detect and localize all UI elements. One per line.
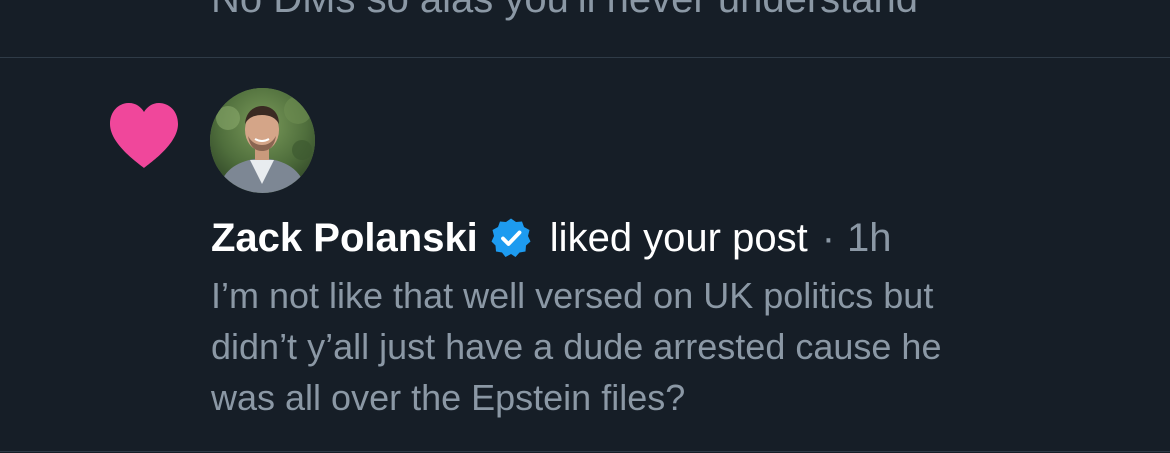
separator-dot: · — [821, 215, 836, 260]
post-excerpt[interactable]: I’m not like that well versed on UK poli… — [211, 270, 1111, 423]
divider — [0, 451, 1170, 452]
heart-icon — [110, 103, 178, 168]
author-name[interactable]: Zack Polanski — [211, 216, 478, 261]
notification-action: liked your post — [549, 215, 808, 260]
verified-badge-icon — [491, 218, 531, 257]
previous-notification[interactable]: No DMs so alas you’ll never understand — [0, 0, 1170, 57]
previous-notification-text: No DMs so alas you’ll never understand — [211, 0, 918, 25]
avatar-image — [210, 88, 315, 193]
notification-headline: Zack Polanski liked your post · 1h — [211, 210, 892, 266]
avatar[interactable] — [210, 88, 315, 193]
timestamp: 1h — [847, 215, 892, 260]
